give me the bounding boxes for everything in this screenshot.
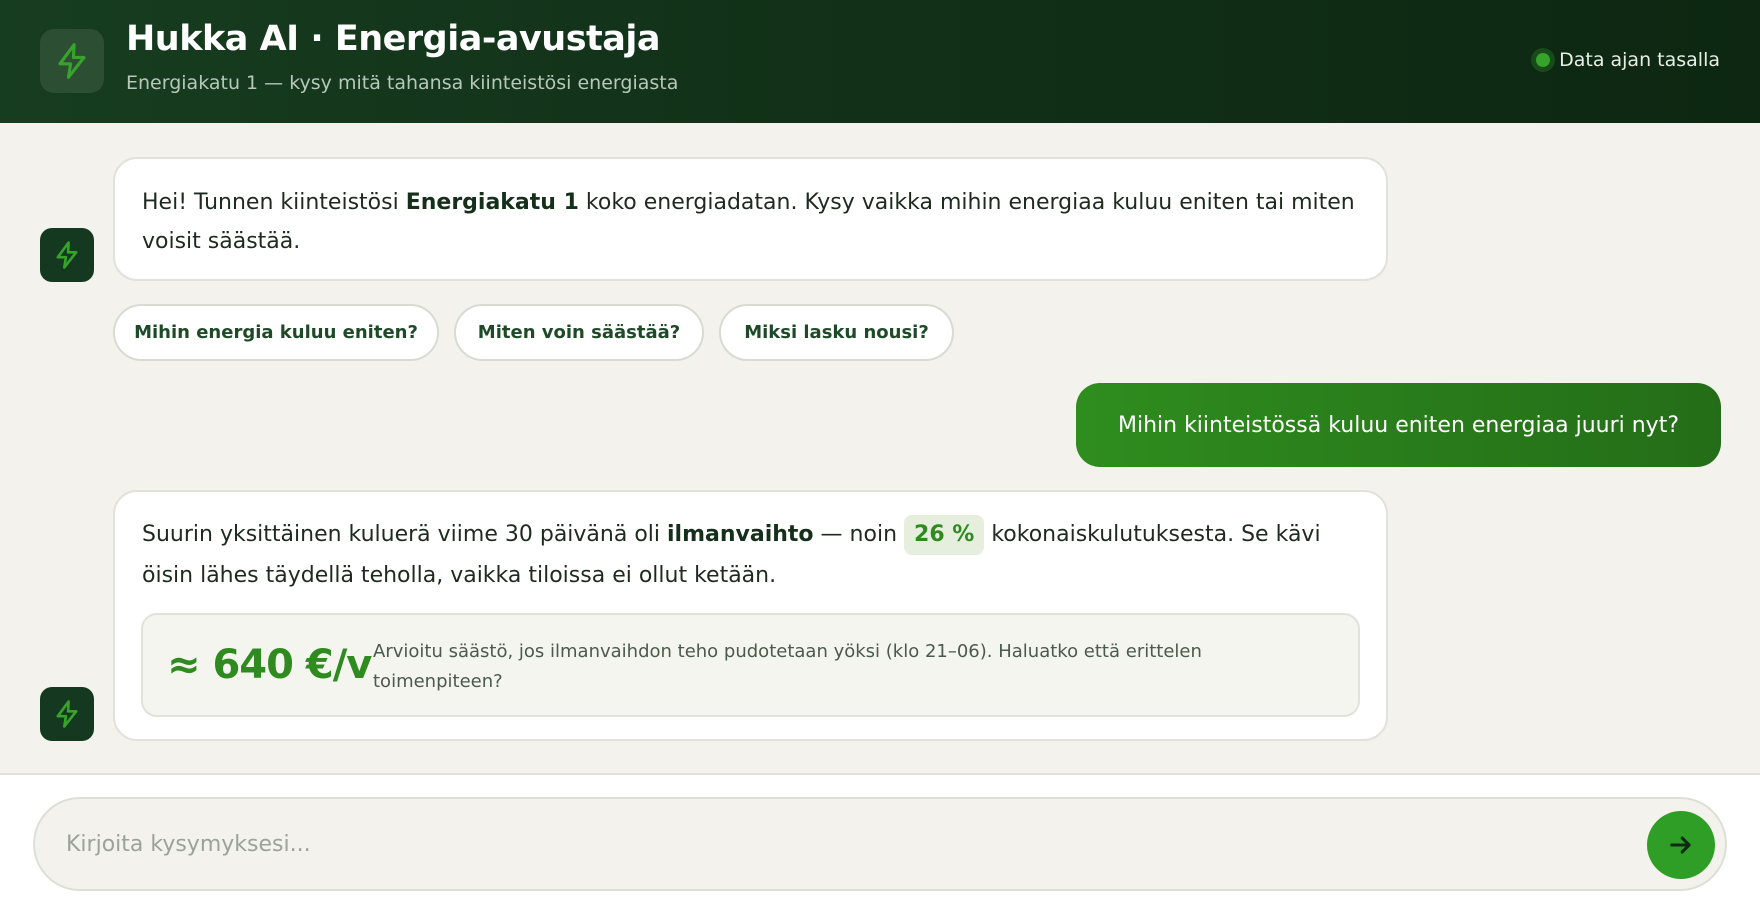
assistant-avatar (40, 687, 94, 741)
savings-description: Arvioitu säästö, jos ilmanvaihdon teho p… (373, 641, 1202, 692)
status-dot-icon (1536, 53, 1551, 67)
suggestion-chip-bill-increase[interactable]: Miksi lasku nousi? (719, 304, 954, 361)
lightning-bolt-icon (58, 43, 86, 79)
chat-input[interactable] (66, 823, 1566, 865)
assistant-greeting-message: Hei! Tunnen kiinteistösi Energiakatu 1 k… (113, 157, 1388, 281)
lightning-bolt-icon (56, 241, 78, 269)
suggestion-chip-energy-use[interactable]: Mihin energia kuluu eniten? (113, 304, 439, 361)
app-subtitle: Energiakatu 1 — kysy mitä tahansa kiinte… (126, 72, 679, 94)
assistant-avatar (40, 228, 94, 282)
status-label: Data ajan tasalla (1559, 49, 1720, 71)
answer-text: Suurin yksittäinen kuluerä viime 30 päiv… (142, 514, 1359, 596)
greeting-text: Hei! Tunnen kiinteistösi Energiakatu 1 k… (142, 190, 1355, 254)
property-name: Energiakatu 1 (405, 190, 579, 215)
chat-input-area (0, 775, 1760, 917)
app-header: Hukka AI · Energia-avustaja Energiakatu … (0, 0, 1760, 123)
percent-badge: 26 % (904, 515, 985, 555)
user-message: Mihin kiinteistössä kuluu eniten energia… (1076, 383, 1721, 467)
savings-value: ≈ 640 €/v (167, 642, 372, 688)
answer-highlight: ilmanvaihto (667, 522, 814, 547)
app-title: Hukka AI · Energia-avustaja (126, 19, 661, 59)
suggestion-chip-savings[interactable]: Miten voin säästää? (454, 304, 704, 361)
chat-input-box (33, 797, 1727, 891)
arrow-right-icon (1670, 836, 1691, 854)
data-status: Data ajan tasalla (1536, 49, 1720, 71)
user-message-text: Mihin kiinteistössä kuluu eniten energia… (1117, 412, 1680, 438)
app-logo (40, 29, 104, 93)
lightning-bolt-icon (56, 700, 78, 728)
send-button[interactable] (1647, 811, 1715, 879)
savings-card: ≈ 640 €/v Arvioitu säästö, jos ilmanvaih… (141, 613, 1360, 717)
